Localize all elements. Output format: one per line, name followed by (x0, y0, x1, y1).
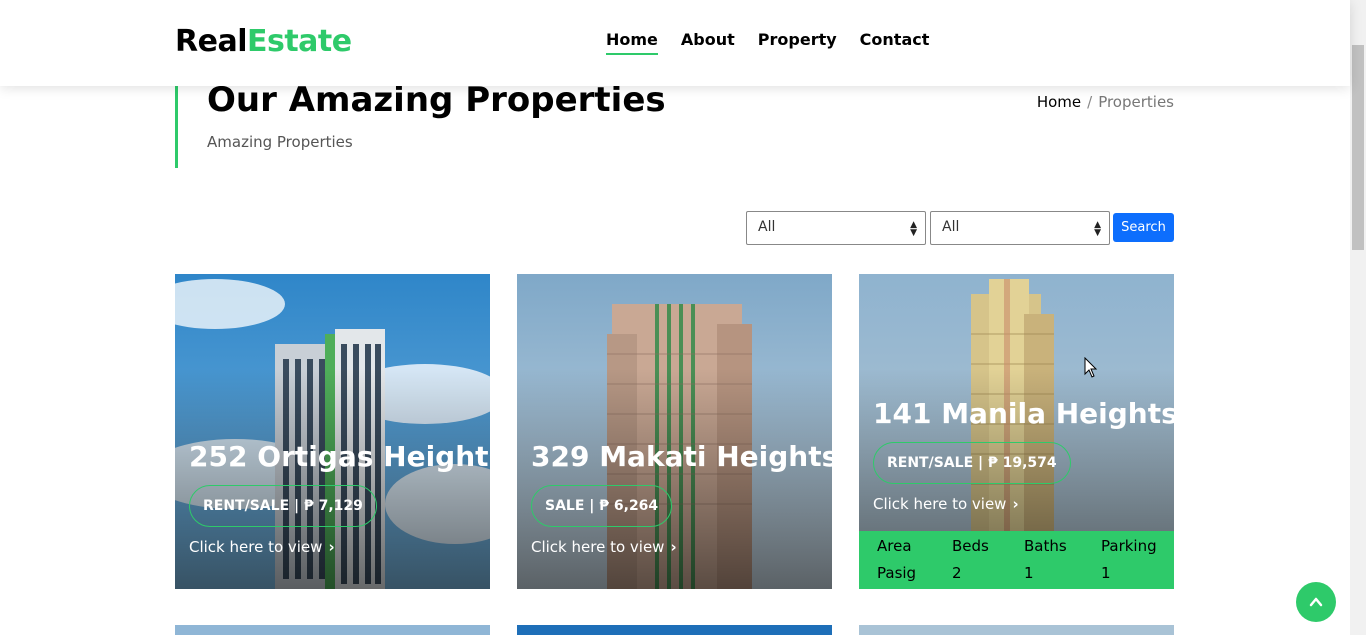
search-button[interactable]: Search (1113, 213, 1174, 242)
scrollbar-thumb[interactable] (1352, 45, 1364, 250)
view-link-label: Click here to view (873, 495, 1007, 513)
chevron-up-icon (1309, 597, 1323, 607)
view-link[interactable]: Click here to view › (531, 538, 677, 556)
stat-value: 1 (1101, 564, 1111, 582)
stat-area: Area Pasig (877, 531, 952, 589)
property-card-partial[interactable] (859, 625, 1174, 635)
nav-contact[interactable]: Contact (860, 30, 930, 53)
chevron-right-icon: › (1012, 495, 1019, 513)
page-title: Our Amazing Properties (207, 80, 666, 120)
nav-about[interactable]: About (681, 30, 735, 53)
back-to-top-button[interactable] (1296, 582, 1336, 622)
select-arrows-icon: ▲ ▼ (910, 220, 917, 238)
select-arrows-icon: ▲ ▼ (1094, 220, 1101, 238)
property-card-partial[interactable] (175, 625, 490, 635)
stat-label: Parking (1101, 537, 1157, 555)
stat-beds: Beds 2 (952, 531, 1024, 589)
view-link-label: Click here to view (531, 538, 665, 556)
view-link-label: Click here to view (189, 538, 323, 556)
property-stats: Area Pasig Beds 2 Baths 1 Parking 1 (859, 531, 1174, 589)
page-scrollbar[interactable] (1350, 0, 1366, 635)
view-link[interactable]: Click here to view › (189, 538, 335, 556)
mouse-cursor-icon (1084, 357, 1098, 378)
view-link[interactable]: Click here to view › (873, 495, 1019, 513)
filter-select-1[interactable]: All ▲ ▼ (746, 211, 926, 245)
breadcrumb-separator: / (1087, 93, 1093, 111)
price-badge: SALE | ₱ 6,264 (531, 485, 673, 527)
property-card[interactable]: 141 Manila Heights RENT/SALE | ₱ 19,574 … (859, 274, 1174, 589)
stat-value: Pasig (877, 564, 917, 582)
logo-part-estate: Estate (246, 24, 352, 59)
stat-value: 2 (952, 564, 962, 582)
site-header: RealEstate Home About Property Contact (0, 0, 1350, 86)
breadcrumb-current: Properties (1098, 93, 1174, 111)
filter-select-1-value: All (758, 219, 776, 235)
breadcrumb: Home / Properties (1037, 93, 1174, 111)
logo-part-real: Real (175, 24, 247, 59)
property-card-partial[interactable] (517, 625, 832, 635)
page-subtitle: Amazing Properties (207, 133, 353, 151)
stat-value: 1 (1024, 564, 1034, 582)
chevron-right-icon: › (670, 538, 677, 556)
filter-select-2[interactable]: All ▲ ▼ (930, 211, 1110, 245)
stat-label: Baths (1024, 537, 1067, 555)
breadcrumb-home[interactable]: Home (1037, 93, 1081, 111)
nav-home[interactable]: Home (606, 30, 658, 55)
property-card[interactable]: 252 Ortigas Heights RENT/SALE | ₱ 7,129 … (175, 274, 490, 589)
site-logo[interactable]: RealEstate (175, 24, 352, 59)
property-title: 329 Makati Heights (531, 440, 832, 473)
property-title: 252 Ortigas Heights (189, 440, 490, 473)
chevron-right-icon: › (328, 538, 335, 556)
main-nav: Home About Property Contact (606, 30, 930, 55)
property-title: 141 Manila Heights (873, 397, 1174, 430)
price-badge: RENT/SALE | ₱ 19,574 (873, 442, 1071, 484)
filter-select-2-value: All (942, 219, 960, 235)
stat-label: Beds (952, 537, 989, 555)
nav-property[interactable]: Property (758, 30, 837, 53)
stat-baths: Baths 1 (1024, 531, 1101, 589)
property-card[interactable]: 329 Makati Heights SALE | ₱ 6,264 Click … (517, 274, 832, 589)
stat-parking: Parking 1 (1101, 531, 1174, 589)
price-badge: RENT/SALE | ₱ 7,129 (189, 485, 377, 527)
stat-label: Area (877, 537, 912, 555)
